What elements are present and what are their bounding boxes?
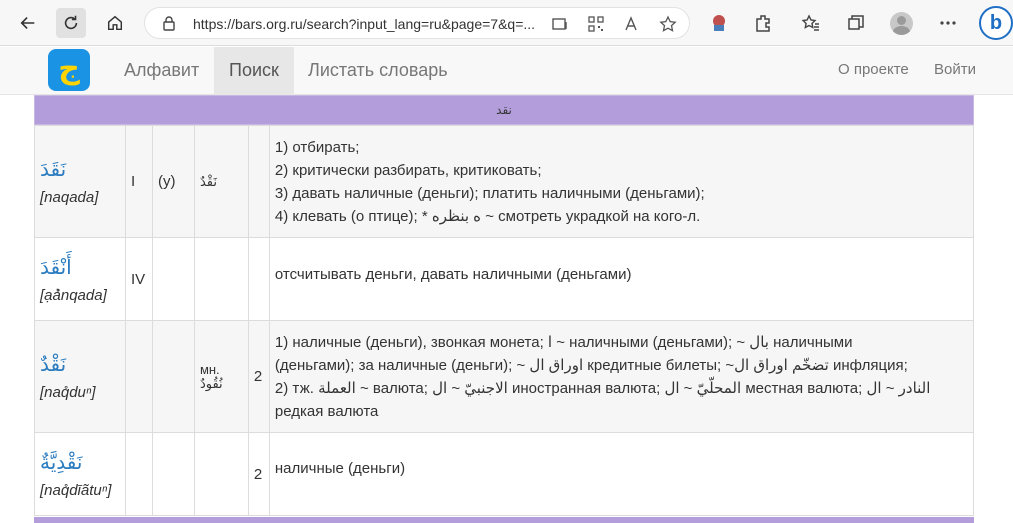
back-button[interactable] [13, 8, 43, 38]
more-menu-icon[interactable] [937, 12, 959, 34]
meaning-line: (деньгами); за наличные (деньги); ~ اورا… [274, 356, 908, 374]
site-navbar: ج Алфавит Поиск Листать словарь О проект… [0, 47, 1013, 95]
profile-avatar[interactable] [890, 12, 913, 35]
read-aloud-icon[interactable] [623, 15, 641, 33]
word-arabic[interactable]: أَنْقَدَ [40, 255, 120, 279]
site-logo[interactable]: ج [48, 49, 90, 91]
nav-alphabet[interactable]: Алфавит [110, 47, 213, 95]
plural-label: мн. [199, 361, 220, 377]
nav-search[interactable]: Поиск [214, 47, 294, 95]
count-cell: 2 [247, 432, 270, 516]
nav-browse-dictionary[interactable]: Листать словарь [294, 47, 462, 95]
word-translit: [ạả̊nqada] [40, 286, 107, 304]
vowel-cell: (у) [151, 125, 195, 238]
meaning-cell: отсчитывать деньги, давать наличными (де… [268, 237, 975, 321]
meaning-line: 2) тж. العملة ~ валюта; الاجنبيّ ~ ال ин… [274, 379, 931, 397]
lock-icon [163, 16, 175, 31]
word-translit: [naq̊duⁿ] [40, 384, 96, 401]
plural-cell [193, 237, 249, 321]
word-translit: [naq̊dīãtuⁿ] [40, 481, 112, 499]
table-row: أَنْقَدَ [ạả̊nqada] IV отсчитывать деньг… [34, 237, 975, 321]
table-row: نَقْدِيَّةٌ [naq̊dīãtuⁿ] 2 наличные (ден… [34, 432, 975, 516]
form-cell [124, 320, 153, 433]
word-cell: نَقْدِيَّةٌ [naq̊dīãtuⁿ] [34, 432, 126, 516]
form-cell: IV [124, 237, 153, 321]
back-arrow-icon [20, 17, 35, 29]
meaning-cell: наличные (деньги) [268, 432, 975, 516]
table-row: نَقَدَ [naqada] I (у) نَقْدٌ 1) отбирать… [34, 125, 975, 238]
table-row: نَقْدٌ [naq̊duⁿ] мн. نُقُودٌ 2 1) наличн… [34, 320, 975, 433]
plural-cell [193, 432, 249, 516]
form-cell [124, 432, 153, 516]
meaning-line: 4) клевать (о птице); * ه بنظره ~ смотре… [274, 207, 701, 225]
address-bar[interactable]: https://bars.org.ru/search?input_lang=ru… [144, 7, 690, 39]
count-cell: 2 [247, 320, 270, 433]
meaning-cell: 1) наличные (деньги), звонкая монета; ا … [268, 320, 975, 433]
add-favorite-icon[interactable] [659, 15, 677, 33]
meaning-cell: 1) отбирать; 2) критически разбирать, кр… [268, 125, 975, 238]
nav-about[interactable]: О проекте [824, 47, 923, 95]
plural-cell: мн. نُقُودٌ [193, 320, 249, 433]
vowel-cell [151, 432, 195, 516]
meaning-line: 3) давать наличные (деньги); платить нал… [274, 184, 705, 202]
vowel-cell [151, 320, 195, 433]
word-cell: نَقْدٌ [naq̊duⁿ] [34, 320, 126, 433]
browser-toolbar: https://bars.org.ru/search?input_lang=ru… [0, 0, 1013, 46]
plural-cell: نَقْدٌ [193, 125, 249, 238]
plural-arabic: نَقْدٌ [199, 175, 217, 190]
home-icon [107, 15, 123, 31]
url-text: https://bars.org.ru/search?input_lang=ru… [193, 16, 536, 32]
count-cell [247, 237, 270, 321]
results-table: نَقَدَ [naqada] I (у) نَقْدٌ 1) отбирать… [34, 125, 975, 516]
meaning-line: наличные (деньги) [274, 460, 406, 477]
next-root-header [34, 517, 974, 523]
word-arabic[interactable]: نَقْدٌ [40, 352, 120, 376]
word-cell: أَنْقَدَ [ạả̊nqada] [34, 237, 126, 321]
meaning-line: редкая валюта [274, 402, 379, 420]
word-arabic[interactable]: نَقْدِيَّةٌ [40, 450, 120, 474]
nav-login[interactable]: Войти [920, 47, 990, 95]
reader-view-icon[interactable] [551, 15, 569, 33]
collections-icon[interactable] [845, 12, 867, 34]
plural-arabic: نُقُودٌ [199, 376, 223, 392]
root-header: نقد [34, 95, 974, 125]
form-cell: I [124, 125, 153, 238]
word-arabic[interactable]: نَقَدَ [40, 157, 120, 181]
favorites-icon[interactable] [800, 12, 822, 34]
meaning-line: 1) отбирать; [274, 138, 360, 156]
meaning-line: 1) наличные (деньги), звонкая монета; ا … [274, 333, 853, 351]
vowel-cell [151, 237, 195, 321]
extensions-icon[interactable] [752, 12, 774, 34]
results-area: نقد نَقَدَ [naqada] I (у) نَقْدٌ 1) отби… [34, 95, 975, 523]
meaning-line: 2) критически разбирать, критиковать; [274, 161, 542, 179]
home-button[interactable] [100, 8, 130, 38]
bing-chat-icon[interactable]: b [979, 6, 1013, 40]
count-cell [247, 125, 270, 238]
qr-code-icon[interactable] [587, 15, 605, 33]
extension-avatar-icon[interactable] [708, 12, 730, 34]
refresh-button[interactable] [56, 8, 86, 38]
refresh-icon [64, 15, 78, 30]
word-translit: [naqada] [40, 189, 99, 206]
word-cell: نَقَدَ [naqada] [34, 125, 126, 238]
meaning-line: отсчитывать деньги, давать наличными (де… [274, 266, 632, 283]
